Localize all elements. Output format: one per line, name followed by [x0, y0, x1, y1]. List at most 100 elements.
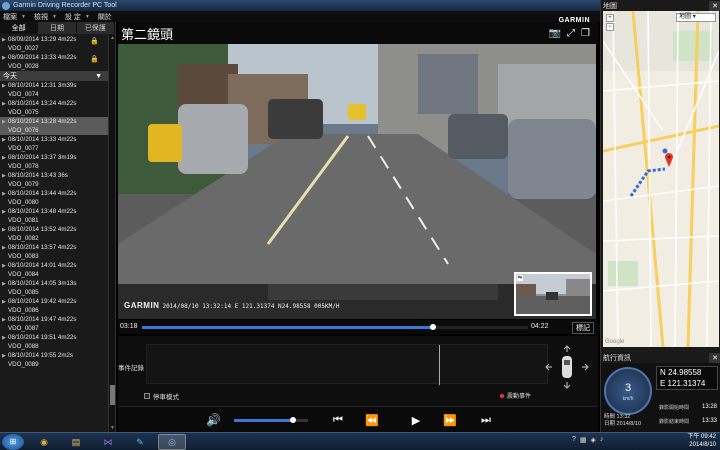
pip-frame: [516, 274, 590, 314]
swap-camera-icon[interactable]: ⇆: [517, 275, 523, 281]
video-list-item[interactable]: ▶ 08/10/2014 13:57 4m22s VDO_0083: [0, 243, 108, 261]
video-datetime: 08/10/2014 19:51 4m22s: [8, 334, 77, 341]
expand-icon[interactable]: ▶: [2, 316, 6, 325]
expand-icon[interactable]: ▶: [2, 334, 6, 343]
parking-mode-checkbox[interactable]: [144, 393, 150, 399]
scroll-up-icon[interactable]: ▲: [109, 35, 116, 42]
seek-bar[interactable]: [142, 324, 528, 330]
event-graph[interactable]: [146, 344, 548, 385]
video-list-item[interactable]: ▶ 08/10/2014 12:31 3m39s VDO_0074: [0, 81, 108, 99]
video-filename: VDO_0083: [8, 253, 39, 260]
next-icon[interactable]: ⏭: [472, 411, 500, 429]
video-list-item[interactable]: ▶ 08/10/2014 13:44 4m22s VDO_0080: [0, 189, 108, 207]
right-panel: 地圖 ✕ + − 地圖 ▾ Google 航行資訊 ✕ 3 km/h N 24.…: [600, 0, 720, 432]
video-list-item[interactable]: ▶ 08/10/2014 19:42 4m22s VDO_0086: [0, 297, 108, 315]
video-filename: VDO_0087: [8, 325, 39, 332]
menu-view[interactable]: 檢視: [34, 12, 48, 22]
menu-file[interactable]: 檔案: [3, 12, 17, 22]
expand-icon[interactable]: ▶: [2, 262, 6, 271]
menu-settings[interactable]: 設 定: [65, 12, 81, 22]
expand-icon[interactable]: ▶: [2, 172, 6, 181]
garmin-tool-taskbar-icon[interactable]: ◎: [158, 434, 186, 450]
video-datetime: 08/10/2014 14:05 3m13s: [8, 280, 77, 287]
volume-handle[interactable]: [290, 417, 297, 423]
camera-icon[interactable]: 📷: [549, 28, 561, 39]
video-datetime: 08/10/2014 13:57 4m22s: [8, 244, 77, 251]
switch-view-icon[interactable]: ❐: [581, 28, 590, 39]
zoom-in-button[interactable]: +: [606, 14, 614, 22]
play-icon[interactable]: ▶: [402, 411, 430, 429]
map-type-select[interactable]: 地圖 ▾: [676, 13, 716, 22]
video-player[interactable]: GARMIN 2014/08/10 13:32:14 E 121.31374 N2…: [118, 44, 596, 319]
expand-icon[interactable]: ▶: [2, 136, 6, 145]
video-list-item[interactable]: ▶ 08/10/2014 13:48 4m22s VDO_0081: [0, 207, 108, 225]
video-datetime: 08/10/2014 13:37 3m19s: [8, 154, 77, 161]
video-list-item[interactable]: ▶ 08/09/2014 13:29 4m22s VDO_0027 🔒: [0, 35, 108, 53]
video-list-item[interactable]: ▶ 08/10/2014 13:28 4m22s VDO_0076: [0, 117, 108, 135]
expand-icon[interactable]: ▶: [2, 298, 6, 307]
tab-date[interactable]: 日期: [38, 22, 77, 34]
video-list-item[interactable]: ▶ 08/10/2014 19:55 2m2s VDO_0089: [0, 351, 108, 369]
expand-icon[interactable]: ▶: [2, 226, 6, 235]
expand-icon[interactable]: ▶: [2, 118, 6, 127]
paint-icon[interactable]: ✎: [126, 434, 154, 450]
video-list-item[interactable]: ▶ 08/10/2014 13:24 4m22s VDO_0075: [0, 99, 108, 117]
expand-icon[interactable]: ▶: [2, 280, 6, 289]
shield-icon[interactable]: ◈: [591, 436, 596, 444]
fast-forward-icon[interactable]: ⏩: [436, 411, 464, 429]
scroll-down-icon[interactable]: ▼: [109, 425, 116, 432]
video-list-item[interactable]: ▶ 08/10/2014 14:05 3m13s VDO_0085: [0, 279, 108, 297]
zoom-out-button[interactable]: −: [606, 23, 614, 31]
mark-button[interactable]: 標記: [572, 322, 594, 334]
start-button[interactable]: ⊞: [2, 434, 24, 450]
fullscreen-icon[interactable]: ⤢: [567, 28, 575, 39]
date-group-header[interactable]: 今天 ▼: [0, 71, 108, 81]
video-filename: VDO_0088: [8, 343, 39, 350]
tab-protected[interactable]: 已保護: [76, 22, 115, 34]
map-view[interactable]: + − 地圖 ▾ Google: [603, 11, 719, 347]
video-list-item[interactable]: ▶ 08/10/2014 19:51 4m22s VDO_0088: [0, 333, 108, 351]
menu-about[interactable]: 關於: [98, 12, 112, 22]
tab-all[interactable]: 全部: [0, 22, 39, 34]
expand-icon[interactable]: ▶: [2, 154, 6, 163]
info-close-icon[interactable]: ✕: [709, 352, 720, 363]
expand-icon[interactable]: ▶: [2, 82, 6, 91]
video-datetime: 08/10/2014 12:31 3m39s: [8, 82, 77, 89]
video-list-item[interactable]: ▶ 08/10/2014 13:43 36s VDO_0079: [0, 171, 108, 189]
visual-studio-icon[interactable]: ⋈: [94, 434, 122, 450]
chrome-icon[interactable]: ◉: [30, 434, 58, 450]
longitude: E 121.31374: [660, 379, 706, 388]
parking-mode-option[interactable]: 停車模式: [144, 391, 179, 401]
video-list-item[interactable]: ▶ 08/09/2014 13:33 4m22s VDO_0028 🔒: [0, 53, 108, 71]
expand-icon[interactable]: ▶: [2, 352, 6, 361]
system-clock[interactable]: 下午 09:42 2014/8/10: [687, 433, 716, 449]
expand-icon[interactable]: ▶: [2, 190, 6, 199]
help-icon[interactable]: ?: [572, 436, 576, 444]
expand-icon[interactable]: ▶: [2, 244, 6, 253]
collapse-icon[interactable]: ▼: [95, 73, 102, 80]
map-close-icon[interactable]: ✕: [709, 0, 720, 11]
expand-icon[interactable]: ▶: [2, 208, 6, 217]
video-list-item[interactable]: ▶ 08/10/2014 13:52 4m22s VDO_0082: [0, 225, 108, 243]
scroll-thumb[interactable]: [110, 385, 115, 405]
secondary-camera-preview[interactable]: ⇆: [514, 272, 592, 316]
expand-icon[interactable]: ▶: [2, 54, 6, 63]
video-list-item[interactable]: ▶ 08/10/2014 13:33 4m22s VDO_0077: [0, 135, 108, 153]
expand-icon[interactable]: ▶: [2, 100, 6, 109]
rewind-icon[interactable]: ⏪: [358, 411, 386, 429]
video-list-item[interactable]: ▶ 08/10/2014 13:37 3m19s VDO_0078: [0, 153, 108, 171]
video-list-item[interactable]: ▶ 08/10/2014 14:01 4m22s VDO_0084: [0, 261, 108, 279]
previous-icon[interactable]: ⏮: [324, 411, 352, 429]
seek-handle[interactable]: [430, 324, 437, 330]
speaker-icon[interactable]: ♪: [600, 436, 604, 444]
list-scrollbar[interactable]: ▲ ▼: [108, 35, 115, 432]
video-filename: VDO_0079: [8, 181, 39, 188]
video-overlay-text: GARMIN 2014/08/10 13:32:14 E 121.31374 N2…: [124, 301, 339, 310]
network-icon[interactable]: ▦: [580, 436, 587, 444]
volume-icon[interactable]: 🔊: [206, 413, 221, 427]
video-filename: VDO_0085: [8, 289, 39, 296]
video-list-item[interactable]: ▶ 08/10/2014 19:47 4m22s VDO_0087: [0, 315, 108, 333]
file-explorer-icon[interactable]: ▤: [62, 434, 90, 450]
volume-slider[interactable]: [234, 417, 308, 423]
expand-icon[interactable]: ▶: [2, 36, 6, 45]
